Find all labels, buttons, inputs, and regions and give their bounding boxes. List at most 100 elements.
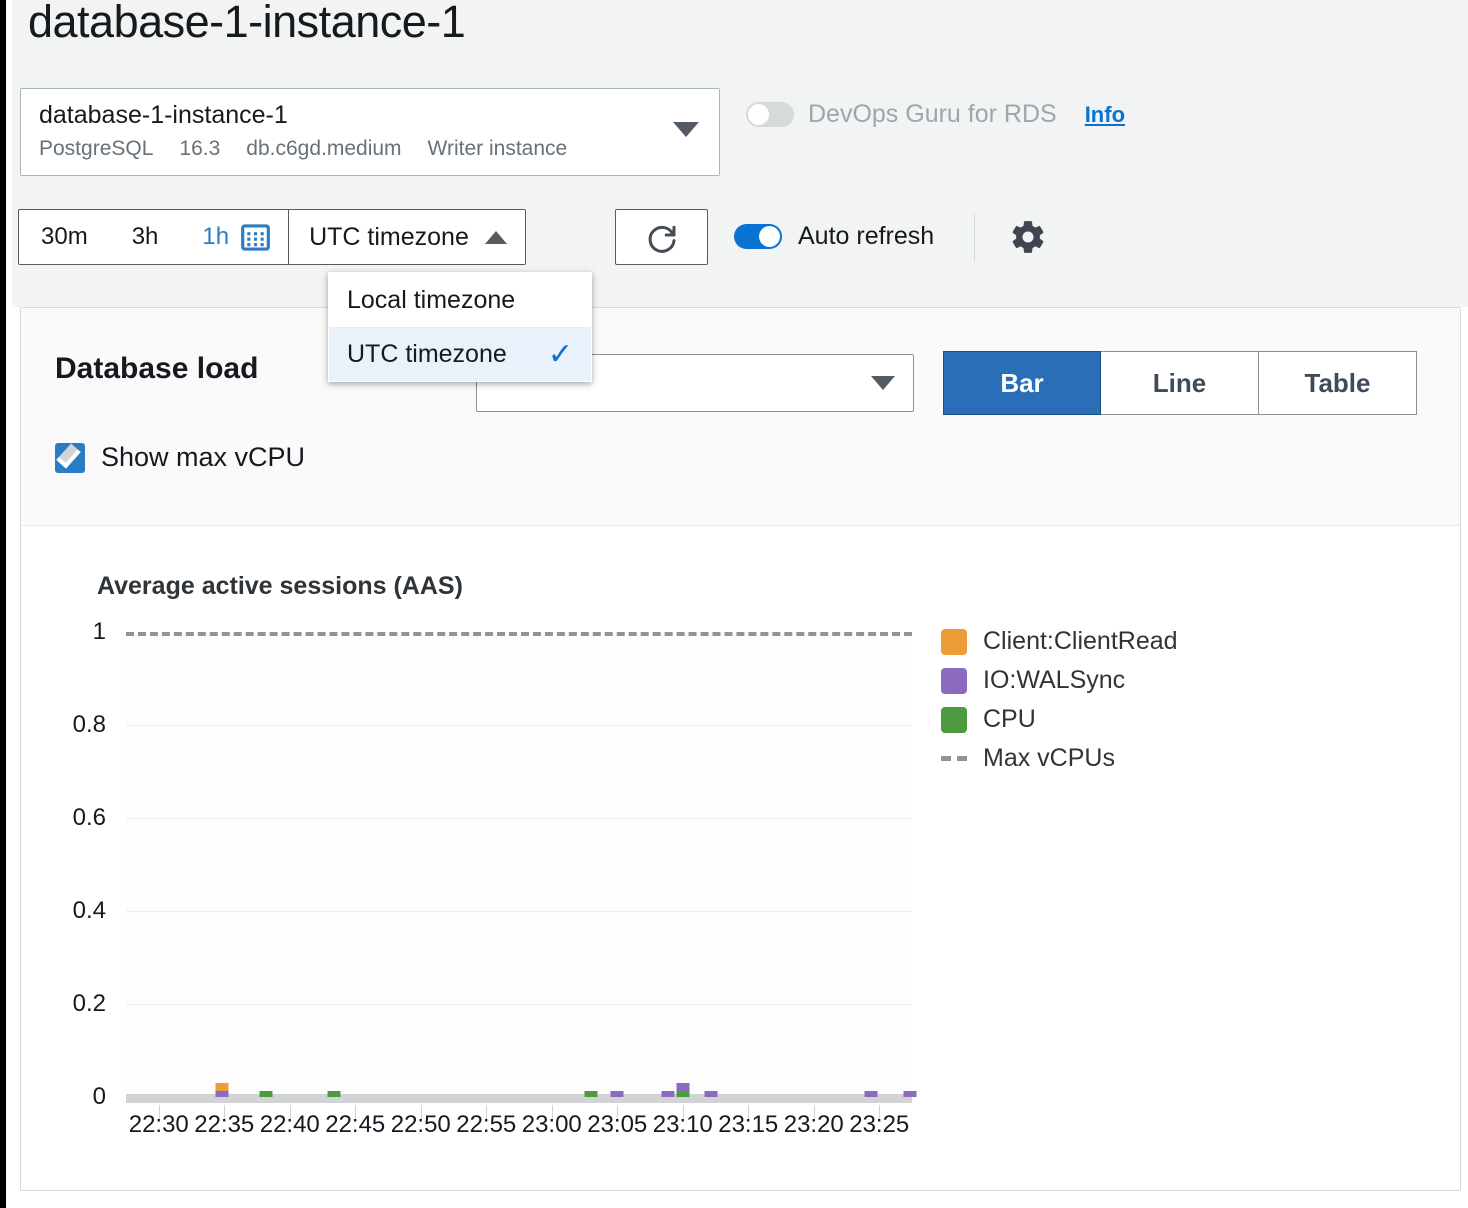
x-axis-label: 22:50 <box>391 1111 451 1139</box>
page-root: database-1-instance-1 database-1-instanc… <box>0 0 1468 1208</box>
bar-stack[interactable] <box>327 1091 340 1097</box>
view-mode-group: Bar Line Table <box>943 351 1417 415</box>
x-axis-label: 22:35 <box>194 1111 254 1139</box>
bar-stack[interactable] <box>215 1083 228 1097</box>
x-axis-label: 23:15 <box>718 1111 778 1139</box>
instance-engine: PostgreSQL <box>39 137 153 160</box>
bar-segment <box>865 1091 878 1097</box>
bar-segment <box>704 1091 717 1097</box>
gear-icon <box>1009 218 1047 256</box>
auto-refresh-label: Auto refresh <box>798 222 934 251</box>
database-load-header: Database load Bar Line Table Show max vC… <box>21 308 1460 526</box>
devops-guru-info-link[interactable]: Info <box>1085 102 1125 128</box>
auto-refresh-group: Auto refresh <box>734 222 934 251</box>
refresh-icon <box>644 219 680 255</box>
time-range-group: 30m 3h 1h UTC timezone <box>18 209 526 265</box>
gridline <box>126 911 912 912</box>
legend-item[interactable]: IO:WALSync <box>941 661 1178 700</box>
timezone-dropdown-button[interactable]: UTC timezone <box>288 210 525 264</box>
range-button-1h[interactable]: 1h <box>180 210 237 264</box>
bar-stack[interactable] <box>704 1091 717 1097</box>
devops-guru-label: DevOps Guru for RDS <box>808 100 1057 129</box>
legend-item[interactable]: Max vCPUs <box>941 739 1178 778</box>
bar-stack[interactable] <box>662 1091 675 1097</box>
bar-segment <box>327 1091 340 1097</box>
legend-swatch <box>941 668 967 694</box>
legend-swatch <box>941 629 967 655</box>
legend-swatch <box>941 707 967 733</box>
devops-guru-toggle[interactable] <box>746 102 794 127</box>
instance-class: db.c6gd.medium <box>246 137 401 160</box>
x-axis-labels: 22:3022:3522:4022:4522:5022:5523:0023:05… <box>126 1111 912 1147</box>
show-max-vcpu-checkbox[interactable] <box>55 443 85 473</box>
show-max-vcpu-row[interactable]: Show max vCPU <box>55 442 305 473</box>
bar-segment <box>611 1091 624 1097</box>
y-axis-label: 0.4 <box>73 897 106 925</box>
bar-segment <box>662 1091 675 1097</box>
plot-region <box>126 632 912 1097</box>
bar-stack[interactable] <box>677 1083 690 1097</box>
timezone-option-label: UTC timezone <box>347 340 507 369</box>
y-axis-label: 0.2 <box>73 990 106 1018</box>
legend-label: Client:ClientRead <box>983 627 1178 656</box>
gridline <box>126 725 912 726</box>
gridline <box>126 818 912 819</box>
legend-label: IO:WALSync <box>983 666 1125 695</box>
instance-version: 16.3 <box>179 137 220 160</box>
instance-selector[interactable]: database-1-instance-1 PostgreSQL16.3db.c… <box>20 88 720 176</box>
calendar-icon[interactable] <box>237 210 288 264</box>
range-button-30m[interactable]: 30m <box>19 210 110 264</box>
show-max-vcpu-label: Show max vCPU <box>101 442 305 473</box>
legend-item[interactable]: CPU <box>941 700 1178 739</box>
bar-segment <box>259 1091 272 1097</box>
view-mode-line[interactable]: Line <box>1101 351 1259 415</box>
chevron-down-icon <box>871 376 895 390</box>
legend-dash-icon <box>941 756 967 761</box>
chevron-down-icon <box>673 122 699 137</box>
legend-item[interactable]: Client:ClientRead <box>941 622 1178 661</box>
timezone-option-utc[interactable]: UTC timezone ✓ <box>329 327 591 381</box>
x-axis-label: 22:55 <box>456 1111 516 1139</box>
bar-stack[interactable] <box>904 1091 917 1097</box>
bar-segment <box>677 1083 690 1091</box>
auto-refresh-toggle[interactable] <box>734 224 782 249</box>
gridline <box>126 1004 912 1005</box>
settings-button[interactable] <box>1009 218 1047 261</box>
chart-area: Average active sessions (AAS) 00.20.40.6… <box>21 526 1460 1190</box>
range-button-3h[interactable]: 3h <box>110 210 181 264</box>
bar-stack[interactable] <box>585 1091 598 1097</box>
legend-label: CPU <box>983 705 1036 734</box>
x-axis-label: 23:20 <box>784 1111 844 1139</box>
x-axis-label: 22:30 <box>129 1111 189 1139</box>
bar-stack[interactable] <box>865 1091 878 1097</box>
x-axis-label: 23:00 <box>522 1111 582 1139</box>
y-axis-label: 0.8 <box>73 711 106 739</box>
timezone-option-label: Local timezone <box>347 286 515 315</box>
bar-segment <box>904 1091 917 1097</box>
instance-meta: PostgreSQL 16.3 db.c6gd.medium Writer insta… <box>39 137 593 161</box>
bar-stack[interactable] <box>611 1091 624 1097</box>
view-mode-bar[interactable]: Bar <box>943 351 1101 415</box>
section-title: Database load <box>55 352 258 386</box>
x-axis-label: 22:45 <box>325 1111 385 1139</box>
devops-guru-group: DevOps Guru for RDS Info <box>746 100 1125 129</box>
chart-title: Average active sessions (AAS) <box>97 572 463 601</box>
y-axis-label: 0 <box>93 1083 106 1111</box>
database-load-card: Database load Bar Line Table Show max vC… <box>20 307 1461 1191</box>
y-axis-label: 1 <box>93 618 106 646</box>
refresh-button[interactable] <box>615 209 708 265</box>
timezone-dropdown-menu: Local timezone UTC timezone ✓ <box>328 272 592 382</box>
timezone-option-local[interactable]: Local timezone <box>329 273 591 327</box>
chevron-up-icon <box>485 231 507 244</box>
page-title: database-1-instance-1 <box>28 0 465 48</box>
x-axis-label: 23:10 <box>653 1111 713 1139</box>
chart-legend: Client:ClientRead IO:WALSync CPU Max vCPUs <box>941 622 1178 778</box>
bar-segment <box>215 1091 228 1098</box>
toolbar-divider <box>974 214 975 262</box>
y-axis-labels: 00.20.40.60.81 <box>21 632 106 1097</box>
bar-stack[interactable] <box>259 1091 272 1097</box>
x-axis-label: 23:25 <box>849 1111 909 1139</box>
view-mode-table[interactable]: Table <box>1259 351 1417 415</box>
instance-role: Writer instance <box>428 137 568 160</box>
bar-segment <box>677 1091 690 1097</box>
